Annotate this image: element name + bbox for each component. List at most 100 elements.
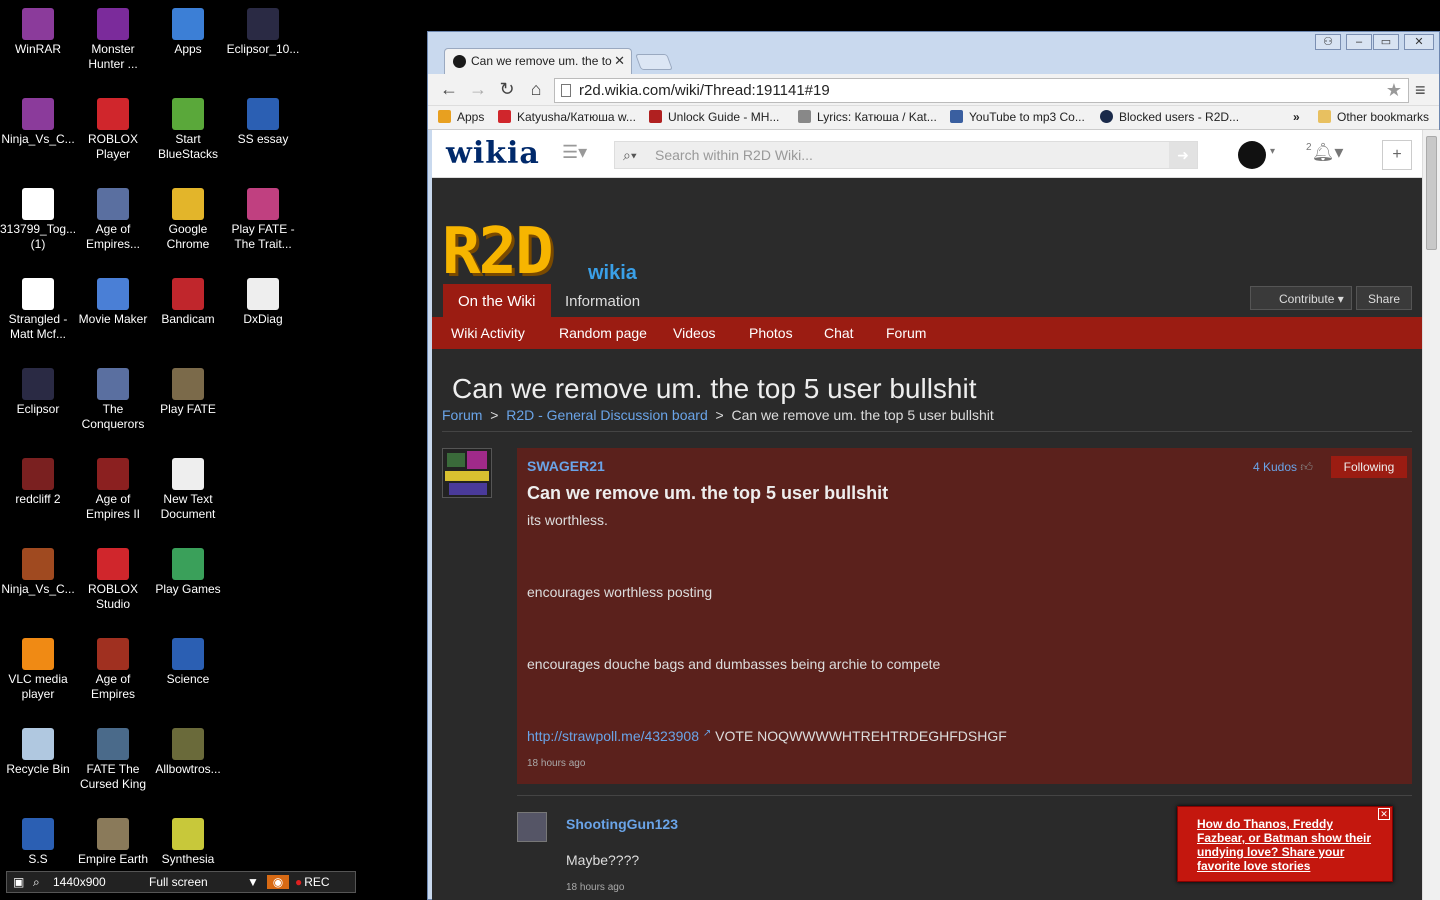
nav-random-page[interactable]: Random page [559, 325, 647, 341]
user-profile-icon[interactable]: ⚇ [1315, 34, 1341, 50]
desktop-icon[interactable]: redcliff 2 [0, 458, 76, 507]
forward-icon[interactable]: → [467, 79, 489, 100]
nav-photos[interactable]: Photos [749, 325, 793, 341]
desktop-icon[interactable]: Monster Hunter ... [75, 8, 151, 72]
search-icon[interactable]: ⌕ [33, 875, 47, 890]
plus-button[interactable]: + [1382, 140, 1412, 170]
desktop-icon[interactable]: Movie Maker [75, 278, 151, 327]
chevron-down-icon[interactable]: ▾ [1270, 146, 1275, 157]
recorder-mode[interactable]: Full screen [149, 875, 247, 889]
desktop-icon[interactable]: ROBLOX Player [75, 98, 151, 162]
page-viewport: wikia ☰▾ ⌕▾ Search within R2D Wiki... ➜ … [432, 130, 1422, 900]
desktop-icon[interactable]: FATE The Cursed King [75, 728, 151, 792]
desktop-icon[interactable]: Ninja_Vs_C... [0, 548, 76, 597]
desktop-icon[interactable]: 313799_Tog... (1) [0, 188, 76, 252]
tab-on-the-wiki[interactable]: On the Wiki [443, 284, 551, 317]
desktop-icon[interactable]: Allbowtros... [150, 728, 226, 777]
bookmark-katyusha[interactable]: Katyusha/Катюша w... [498, 110, 636, 124]
desktop-icon[interactable]: Start BlueStacks [150, 98, 226, 162]
desktop-icon[interactable]: Play FATE - The Trait... [225, 188, 301, 252]
wikia-logo[interactable]: wikia [446, 136, 540, 171]
desktop-icon[interactable]: ROBLOX Studio [75, 548, 151, 612]
home-icon[interactable]: ⌂ [525, 79, 547, 100]
search-input[interactable]: ⌕▾ Search within R2D Wiki... ➜ [614, 141, 1198, 169]
bookmark-star-icon[interactable]: ★ [1386, 80, 1402, 101]
close-tab-icon[interactable]: ✕ [614, 53, 625, 69]
post-author[interactable]: SWAGER21 [527, 458, 605, 474]
promo-text[interactable]: How do Thanos, Freddy Fazbear, or Batman… [1197, 817, 1377, 873]
breadcrumb-forum[interactable]: Forum [442, 407, 482, 423]
address-bar[interactable]: r2d.wikia.com/wiki/Thread:191141#19 ★ [554, 78, 1409, 103]
menu-icon[interactable]: ≡ [1415, 80, 1426, 101]
desktop-icon[interactable]: SS essay [225, 98, 301, 147]
hamburger-menu-icon[interactable]: ☰▾ [562, 142, 587, 163]
bookmark-unlock-guide[interactable]: Unlock Guide - MH... [649, 110, 779, 124]
desktop-icon[interactable]: Strangled - Matt Mcf... [0, 278, 76, 342]
post-timestamp[interactable]: 18 hours ago [527, 758, 585, 769]
kudos-count[interactable]: 4 Kudos 👍︎ [1253, 460, 1313, 475]
record-icon[interactable]: ● [295, 875, 302, 889]
desktop-icon[interactable]: DxDiag [225, 278, 301, 327]
desktop-icon[interactable]: Play Games [150, 548, 226, 597]
desktop-icon[interactable]: New Text Document [150, 458, 226, 522]
promo-popup[interactable]: How do Thanos, Freddy Fazbear, or Batman… [1177, 806, 1393, 882]
desktop-icon[interactable]: WinRAR [0, 8, 76, 57]
thumbs-up-icon[interactable]: 👍︎ [1300, 460, 1313, 474]
reply-author[interactable]: ShootingGun123 [566, 816, 678, 832]
desktop-icon[interactable]: S.S [0, 818, 76, 867]
back-icon[interactable]: ← [438, 79, 460, 100]
notifications-bell-icon[interactable]: 2🔔︎▾ [1306, 142, 1343, 163]
nav-videos[interactable]: Videos [673, 325, 716, 341]
desktop-icon[interactable]: Synthesia [150, 818, 226, 867]
bookmark-blocked-users[interactable]: Blocked users - R2D... [1100, 110, 1239, 124]
desktop-icon[interactable]: Science [150, 638, 226, 687]
reload-icon[interactable]: ↻ [496, 79, 518, 100]
new-tab-button[interactable] [635, 54, 673, 70]
scrollbar[interactable] [1422, 130, 1440, 900]
desktop-icon[interactable]: Recycle Bin [0, 728, 76, 777]
close-icon[interactable]: ✕ [1378, 808, 1390, 820]
scrollbar-thumb[interactable] [1426, 136, 1437, 250]
desktop-icon[interactable]: Bandicam [150, 278, 226, 327]
maximize-icon[interactable]: ▭ [1373, 34, 1399, 50]
desktop-icon[interactable]: Age of Empires... [75, 188, 151, 252]
wiki-logo[interactable]: R2D [442, 220, 554, 284]
avatar[interactable] [1238, 141, 1266, 169]
desktop-icon[interactable]: Eclipsor_10... [225, 8, 301, 57]
desktop-icon[interactable]: Ninja_Vs_C... [0, 98, 76, 147]
following-button[interactable]: Following [1331, 456, 1407, 478]
tab-information[interactable]: Information [550, 284, 655, 317]
nav-chat[interactable]: Chat [824, 325, 854, 341]
desktop-icon[interactable]: Age of Empires [75, 638, 151, 702]
camera-icon[interactable]: ◉ [267, 875, 289, 889]
contribute-button[interactable]: Contribute ▾ [1250, 286, 1352, 310]
rec-label[interactable]: REC [304, 875, 329, 889]
desktop-icon[interactable]: The Conquerors [75, 368, 151, 432]
nav-forum[interactable]: Forum [886, 325, 926, 341]
desktop-icon[interactable]: VLC media player [0, 638, 76, 702]
bookmark-youtube-mp3[interactable]: YouTube to mp3 Co... [950, 110, 1085, 124]
post-author-avatar[interactable] [442, 448, 492, 498]
strawpoll-link[interactable]: http://strawpoll.me/4323908 [527, 728, 699, 744]
bookmark-apps[interactable]: Apps [438, 110, 484, 124]
desktop-icon[interactable]: Age of Empires II [75, 458, 151, 522]
window-mode-icon[interactable]: ▣ [13, 875, 27, 889]
other-bookmarks[interactable]: Other bookmarks [1318, 110, 1429, 124]
minimize-icon[interactable]: – [1346, 34, 1372, 50]
desktop-icon[interactable]: Empire Earth [75, 818, 151, 867]
desktop-icon[interactable]: Play FATE [150, 368, 226, 417]
search-submit-button[interactable]: ➜ [1169, 142, 1197, 168]
reply-timestamp[interactable]: 18 hours ago [566, 882, 624, 893]
reply-author-avatar[interactable] [517, 812, 547, 842]
more-bookmarks-button[interactable]: » [1293, 110, 1300, 124]
share-button[interactable]: Share [1356, 286, 1412, 310]
chevron-down-icon[interactable]: ▼ [247, 875, 267, 889]
nav-wiki-activity[interactable]: Wiki Activity [451, 325, 525, 341]
browser-tab[interactable]: Can we remove um. the to ✕ [444, 48, 632, 74]
bookmark-lyrics[interactable]: Lyrics: Катюша / Kat... [798, 110, 937, 124]
desktop-icon[interactable]: Google Chrome [150, 188, 226, 252]
breadcrumb-board[interactable]: R2D - General Discussion board [506, 407, 708, 423]
desktop-icon[interactable]: Apps [150, 8, 226, 57]
desktop-icon[interactable]: Eclipsor [0, 368, 76, 417]
close-window-icon[interactable]: ✕ [1404, 34, 1434, 50]
